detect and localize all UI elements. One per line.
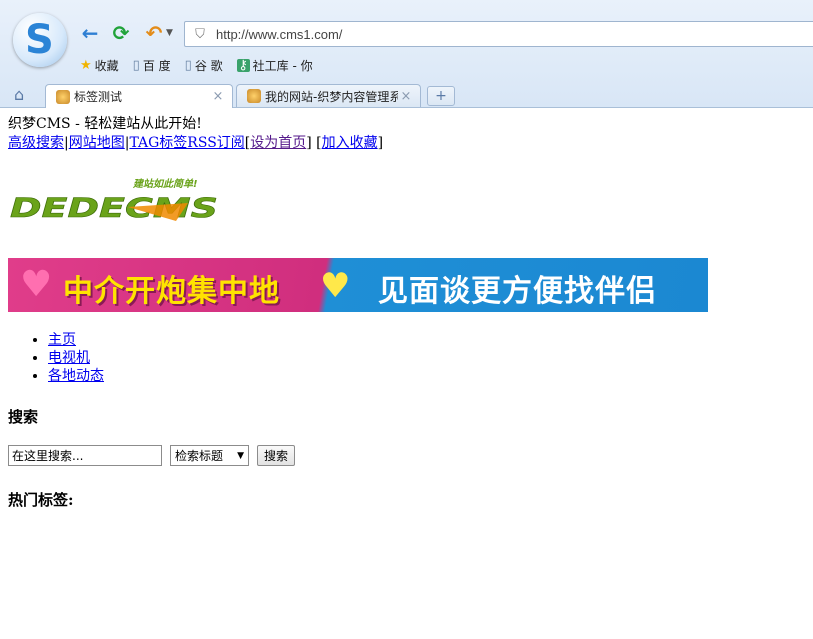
search-button[interactable]: 搜索 <box>257 445 296 466</box>
main-menu: 主页 电视机 各地动态 <box>8 331 104 385</box>
address-bar: ⛉ <box>184 21 813 47</box>
browser-logo-letter: S <box>25 17 54 63</box>
chevron-down-icon: ▼ <box>237 450 244 461</box>
bookmark-google[interactable]: ▯ 谷 歌 <box>185 57 223 74</box>
back-arrow-icon[interactable]: ← <box>79 21 101 45</box>
tab-my-site[interactable]: 我的网站-织梦内容管理系 × <box>236 84 421 107</box>
banner-text-right: 见面谈更方便找伴侣 <box>378 274 657 309</box>
banner-text-left: 中介开炮集中地 <box>63 274 280 309</box>
shield-icon[interactable]: ⛉ <box>192 26 208 42</box>
ad-banner[interactable]: ♥ 中介开炮集中地 ♥ 见面谈更方便找伴侣 <box>8 258 708 312</box>
page-content: 织梦CMS - 轻松建站从此开始! 高级搜索|网站地图|TAG标签RSS订阅[设… <box>8 115 808 509</box>
menu-item-tv[interactable]: 电视机 <box>48 350 90 366</box>
hot-tags-heading: 热门标签: <box>8 491 74 509</box>
browser-logo[interactable]: S <box>13 13 67 67</box>
new-tab-button[interactable]: + <box>427 86 455 106</box>
top-links: 高级搜索|网站地图|TAG标签RSS订阅[设为首页] [加入收藏] <box>8 134 808 153</box>
menu-item-home[interactable]: 主页 <box>48 332 76 348</box>
bookmark-baidu[interactable]: ▯ 百 度 <box>133 57 171 74</box>
tab-tag-test[interactable]: 标签测试 × <box>45 84 233 108</box>
tag-rss-link[interactable]: TAG标签RSS订阅 <box>129 135 244 151</box>
page-icon: ▯ <box>132 58 140 73</box>
undo-icon[interactable]: ↶ <box>143 21 165 45</box>
dedecms-favicon-icon <box>56 89 70 104</box>
set-home-link[interactable]: 设为首页 <box>250 135 306 151</box>
search-type-select[interactable]: 检索标题 ▼ <box>170 445 249 466</box>
tab-strip: ⌂ 标签测试 × 我的网站-织梦内容管理系 × + <box>0 82 813 108</box>
chevron-down-icon[interactable]: ▼ <box>166 28 173 38</box>
bookmark-favorites[interactable]: ★ 收藏 <box>80 57 119 74</box>
bookmark-label: 收藏 <box>94 59 119 73</box>
search-input[interactable] <box>8 445 162 466</box>
bookmark-label: 社工库 - 你 <box>252 59 313 73</box>
page-icon: ▯ <box>184 58 192 73</box>
bookmark-label: 谷 歌 <box>194 59 223 73</box>
url-input[interactable] <box>214 25 778 43</box>
bookmark-label: 百 度 <box>142 59 171 73</box>
heart-icon: ♥ <box>320 266 351 306</box>
logo-text: DEDECMS <box>10 193 218 224</box>
list-item: 主页 <box>48 331 104 349</box>
list-item: 各地动态 <box>48 367 104 385</box>
bracket: ] [ <box>306 135 322 151</box>
tab-title: 我的网站-织梦内容管理系 <box>265 89 398 104</box>
star-icon: ★ <box>80 58 92 73</box>
welcome-text: 织梦CMS - 轻松建站从此开始! <box>8 116 202 132</box>
list-item: 电视机 <box>48 349 104 367</box>
bookmark-sheguku[interactable]: ⚷ 社工库 - 你 <box>236 57 313 74</box>
home-icon[interactable]: ⌂ <box>14 85 24 104</box>
logo-slogan: 建站如此简单! <box>132 178 198 190</box>
dedecms-favicon-icon <box>247 89 261 103</box>
search-form: 检索标题 ▼ 搜索 <box>8 445 296 466</box>
bracket: ] <box>377 135 384 151</box>
add-favorite-link[interactable]: 加入收藏 <box>322 135 378 151</box>
close-icon[interactable]: × <box>210 89 226 104</box>
refresh-icon[interactable]: ⟳ <box>110 21 132 45</box>
menu-item-local-news[interactable]: 各地动态 <box>48 368 104 384</box>
bookmarks-bar: ★ 收藏 ▯ 百 度 ▯ 谷 歌 ⚷ 社工库 - 你 <box>80 57 327 74</box>
dedecms-logo[interactable]: 建站如此简单! DEDECMS <box>8 175 223 227</box>
advanced-search-link[interactable]: 高级搜索 <box>8 135 64 151</box>
sitemap-link[interactable]: 网站地图 <box>69 135 125 151</box>
close-icon[interactable]: × <box>398 89 414 104</box>
heart-icon: ♥ <box>20 264 53 305</box>
key-icon: ⚷ <box>236 58 250 73</box>
select-value: 检索标题 <box>175 449 224 463</box>
tab-title: 标签测试 <box>74 90 123 104</box>
search-heading: 搜索 <box>8 408 39 426</box>
browser-toolbar: S ← ⟳ ↶ ▼ ⛉ ★ 收藏 ▯ 百 度 ▯ 谷 歌 ⚷ 社工库 - 你 ⌂… <box>0 0 813 108</box>
